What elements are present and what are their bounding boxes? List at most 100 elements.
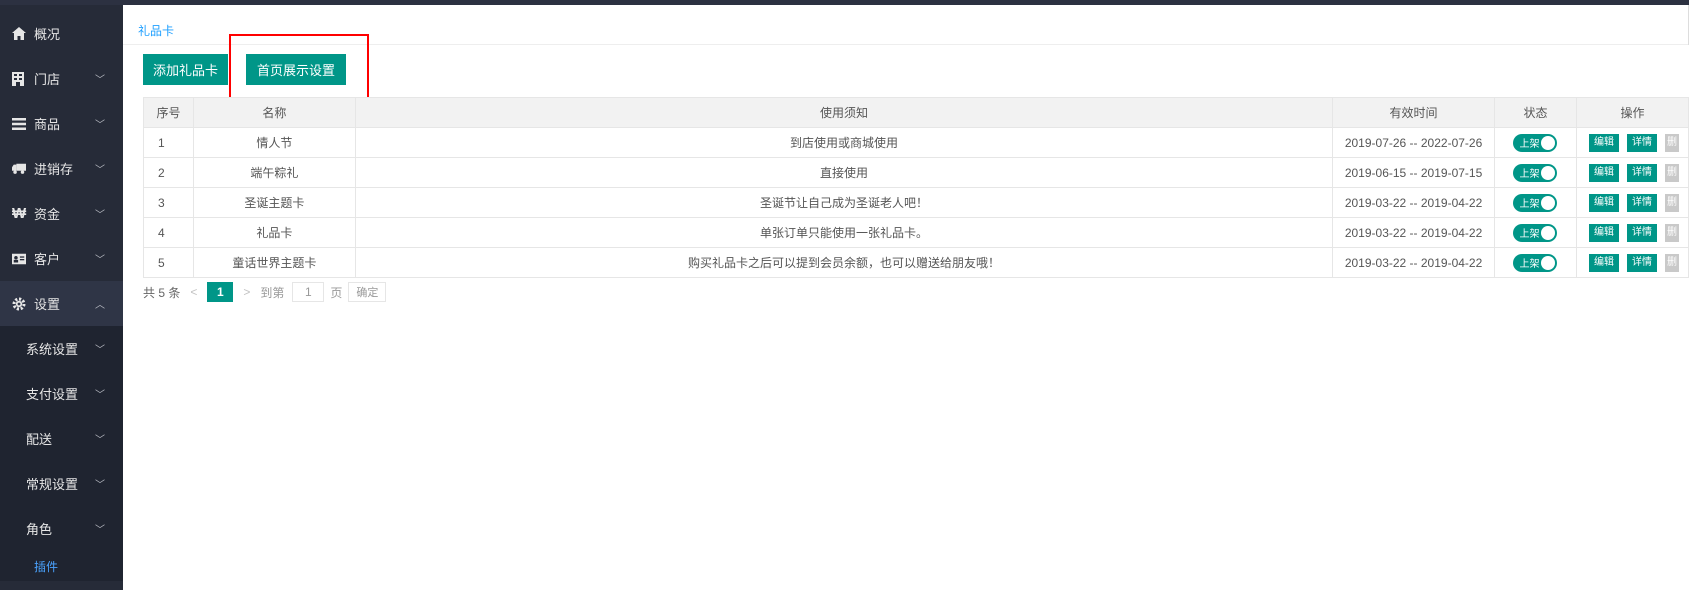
- sidebar-item-overview[interactable]: 概况: [0, 11, 123, 56]
- column-header: 状态: [1494, 97, 1577, 128]
- actions-cell: 编辑 详情删: [1575, 247, 1689, 278]
- goto-page-input[interactable]: 1: [292, 282, 325, 302]
- table-row: 4 礼品卡 单张订单只能使用一张礼品卡。 2019-03-22 -- 2019-…: [143, 217, 1689, 248]
- card-name: 圣诞主题卡: [192, 187, 356, 218]
- actions-cell: 编辑 详情删: [1575, 187, 1689, 218]
- usage-notice: 圣诞节让自己成为圣诞老人吧！: [354, 187, 1334, 218]
- sidebar-item-label: 资金: [34, 207, 61, 222]
- building-icon: [0, 71, 26, 86]
- toggle-knob: [1541, 165, 1556, 180]
- sidebar-subitem-label: 角色: [26, 522, 53, 537]
- edit-button[interactable]: 编辑: [1588, 193, 1619, 212]
- valid-period: 2019-06-15 -- 2019-07-15: [1332, 157, 1495, 188]
- detail-button[interactable]: 详情: [1626, 193, 1657, 212]
- detail-button[interactable]: 详情: [1626, 253, 1657, 272]
- table-row: 5 童话世界主题卡 购买礼品卡之后可以提到会员余额，也可以赠送给朋友哦！ 201…: [143, 247, 1689, 278]
- row-number: 3: [143, 187, 194, 218]
- edit-button[interactable]: 编辑: [1588, 253, 1619, 272]
- goto-label: 到第: [260, 285, 285, 300]
- column-header: 序号: [143, 97, 194, 128]
- table-row: 1 情人节 到店使用或商城使用 2019-07-26 -- 2022-07-26…: [143, 127, 1689, 158]
- status-toggle-label: 上架: [1519, 229, 1540, 240]
- delete-button[interactable]: 删: [1664, 163, 1679, 182]
- valid-period: 2019-03-22 -- 2019-04-22: [1332, 217, 1495, 248]
- chevron-down-icon: ﹀: [95, 165, 105, 176]
- sidebar-subitem-payment[interactable]: 支付设置 ﹀: [0, 371, 123, 416]
- sidebar-subitem-system[interactable]: 系统设置 ﹀: [0, 326, 123, 371]
- sidebar-subitem-general[interactable]: 常规设置 ﹀: [0, 461, 123, 506]
- won-icon: ₩: [12, 205, 27, 222]
- pagination: 共 5 条 < 1 > 到第 1 页 确定: [143, 282, 387, 302]
- valid-period: 2019-03-22 -- 2019-04-22: [1332, 247, 1495, 278]
- status-toggle[interactable]: 上架: [1513, 193, 1558, 212]
- sidebar-subitem-role[interactable]: 角色 ﹀: [0, 506, 123, 551]
- detail-button[interactable]: 详情: [1626, 163, 1657, 182]
- current-page[interactable]: 1: [207, 282, 234, 302]
- list-icon: [0, 117, 26, 130]
- status-cell: 上架: [1494, 127, 1577, 158]
- chevron-down-icon: ﹀: [95, 75, 105, 86]
- sidebar-subitem-label: 支付设置: [26, 387, 79, 402]
- column-header: 名称: [192, 97, 356, 128]
- chevron-up-icon: ︿: [95, 300, 105, 311]
- status-toggle-label: 上架: [1519, 259, 1540, 270]
- add-gift-card-button[interactable]: 添加礼品卡: [143, 54, 228, 85]
- chevron-down-icon: ﹀: [95, 345, 105, 356]
- status-toggle[interactable]: 上架: [1513, 133, 1558, 152]
- prev-page-icon[interactable]: <: [190, 285, 197, 299]
- goto-confirm-button[interactable]: 确定: [348, 282, 387, 302]
- edit-button[interactable]: 编辑: [1588, 133, 1619, 152]
- status-toggle[interactable]: 上架: [1513, 223, 1558, 242]
- card-name: 童话世界主题卡: [192, 247, 356, 278]
- sidebar-subitem-label: 常规设置: [26, 477, 79, 492]
- delete-button[interactable]: 删: [1664, 193, 1679, 212]
- row-number: 1: [143, 127, 194, 158]
- usage-notice: 到店使用或商城使用: [354, 127, 1334, 158]
- sidebar-subitem-plugin[interactable]: 插件: [0, 551, 123, 581]
- toggle-knob: [1541, 135, 1556, 150]
- column-header: 操作: [1575, 97, 1689, 128]
- edit-button[interactable]: 编辑: [1588, 223, 1619, 242]
- delete-button[interactable]: 删: [1664, 253, 1679, 272]
- sidebar-item-store[interactable]: 门店 ﹀: [0, 56, 123, 101]
- status-cell: 上架: [1494, 247, 1577, 278]
- usage-notice: 直接使用: [354, 157, 1334, 188]
- row-number: 2: [143, 157, 194, 188]
- card-name: 情人节: [192, 127, 356, 158]
- status-toggle[interactable]: 上架: [1513, 253, 1558, 272]
- status-cell: 上架: [1494, 157, 1577, 188]
- sidebar: 概况 门店 ﹀ 商品 ﹀ 进销存 ﹀ ₩ 资金 ﹀ 客户 ﹀ 设置 ︿ 系统设置…: [0, 5, 123, 590]
- sidebar-subitem-delivery[interactable]: 配送 ﹀: [0, 416, 123, 461]
- chevron-down-icon: ﹀: [95, 525, 105, 536]
- table-header-row: 序号 名称 使用须知 有效时间 状态 操作: [143, 97, 1689, 128]
- chevron-down-icon: ﹀: [95, 390, 105, 401]
- breadcrumb-current[interactable]: 礼品卡: [138, 22, 174, 39]
- chevron-down-icon: ﹀: [95, 435, 105, 446]
- highlight-box: [229, 34, 369, 102]
- chevron-down-icon: ﹀: [95, 210, 105, 221]
- status-toggle[interactable]: 上架: [1513, 163, 1558, 182]
- column-header: 使用须知: [354, 97, 1334, 128]
- detail-button[interactable]: 详情: [1626, 223, 1657, 242]
- status-toggle-label: 上架: [1519, 199, 1540, 210]
- sidebar-item-settings[interactable]: 设置 ︿: [0, 281, 123, 326]
- chevron-down-icon: ﹀: [95, 480, 105, 491]
- actions-cell: 编辑 详情删: [1575, 127, 1689, 158]
- sidebar-item-funds[interactable]: ₩ 资金 ﹀: [0, 191, 123, 236]
- detail-button[interactable]: 详情: [1626, 133, 1657, 152]
- toggle-knob: [1541, 225, 1556, 240]
- gear-icon: [0, 297, 26, 311]
- sidebar-item-goods[interactable]: 商品 ﹀: [0, 101, 123, 146]
- valid-period: 2019-03-22 -- 2019-04-22: [1332, 187, 1495, 218]
- table-row: 3 圣诞主题卡 圣诞节让自己成为圣诞老人吧！ 2019-03-22 -- 201…: [143, 187, 1689, 218]
- sidebar-item-label: 客户: [34, 252, 61, 267]
- delete-button[interactable]: 删: [1664, 223, 1679, 242]
- sidebar-item-customer[interactable]: 客户 ﹀: [0, 236, 123, 281]
- edit-button[interactable]: 编辑: [1588, 163, 1619, 182]
- row-number: 5: [143, 247, 194, 278]
- sidebar-item-inventory[interactable]: 进销存 ﹀: [0, 146, 123, 191]
- usage-notice: 购买礼品卡之后可以提到会员余额，也可以赠送给朋友哦！: [354, 247, 1334, 278]
- id-card-icon: [0, 253, 26, 265]
- delete-button[interactable]: 删: [1664, 133, 1679, 152]
- next-page-icon[interactable]: >: [243, 285, 250, 299]
